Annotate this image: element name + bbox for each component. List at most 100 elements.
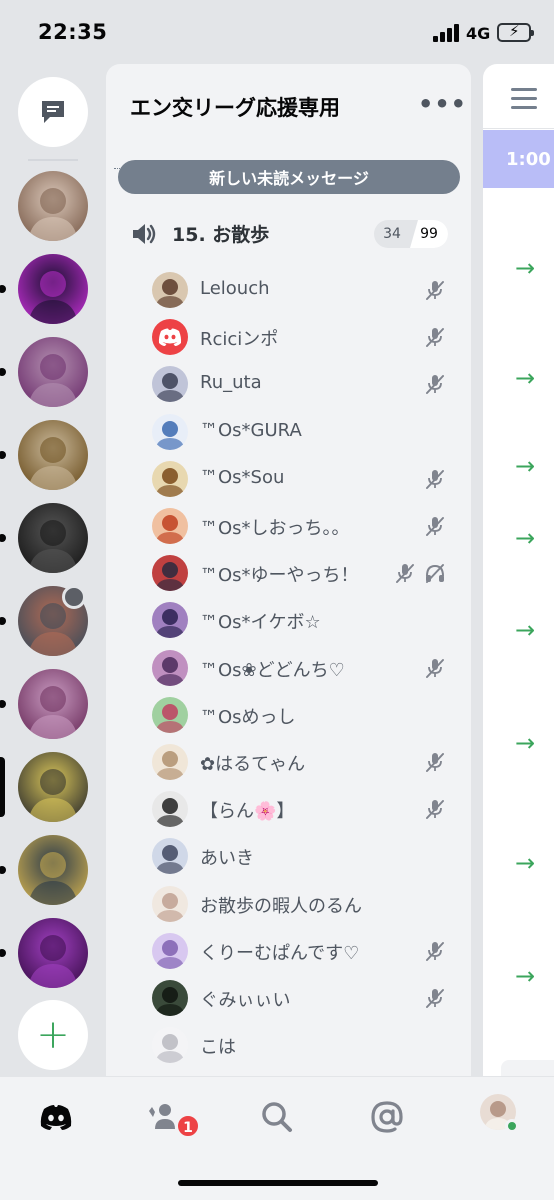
online-status-indicator bbox=[505, 1119, 519, 1133]
channel-panel: エン交リーグ応援専用 ••• 新しい未読メッセージ 15. お散歩 34 99 … bbox=[106, 64, 471, 1076]
voice-user-row[interactable]: ™Os❀どどんち♡ bbox=[106, 645, 471, 689]
avatar bbox=[152, 508, 188, 544]
join-arrow-icon: → bbox=[515, 524, 536, 552]
voice-channel[interactable]: 15. お散歩 34 99 bbox=[106, 214, 471, 254]
server-icon-1[interactable] bbox=[18, 171, 88, 241]
event-time-banner[interactable]: 1:00 P bbox=[483, 130, 554, 188]
muted-microphone-icon bbox=[424, 373, 446, 395]
voice-user-name: 【らん🌸】 bbox=[200, 801, 295, 822]
current-user-count: 34 bbox=[383, 226, 401, 242]
voice-user-row[interactable]: ぐみぃぃい bbox=[106, 975, 471, 1019]
avatar bbox=[152, 1027, 188, 1063]
avatar bbox=[152, 319, 188, 355]
join-arrow-icon: → bbox=[515, 254, 536, 282]
voice-user-name: Rciciンポ bbox=[200, 329, 279, 350]
voice-user-row[interactable]: こは bbox=[106, 1022, 471, 1066]
join-arrow-icon: → bbox=[515, 729, 536, 757]
voice-user-name: くりーむぱんです♡ bbox=[200, 943, 360, 964]
tab-mentions[interactable] bbox=[367, 1097, 407, 1137]
voice-user-name: ™Os*しおっち。。 bbox=[200, 518, 350, 539]
guild-more-button[interactable]: ••• bbox=[418, 90, 467, 118]
voice-user-count: 34 99 bbox=[374, 220, 448, 248]
avatar bbox=[152, 933, 188, 969]
voice-user-row[interactable]: ™Os*しおっち。。 bbox=[106, 503, 471, 547]
battery-charging-icon: ⚡ bbox=[497, 22, 534, 42]
voice-user-row[interactable]: Rciciンポ bbox=[106, 314, 471, 358]
server-icon-8[interactable] bbox=[18, 752, 88, 822]
unread-indicator bbox=[0, 949, 6, 957]
add-server-button[interactable]: + bbox=[18, 1000, 88, 1070]
server-icon-2[interactable] bbox=[18, 254, 88, 324]
voice-user-row[interactable]: ™Os*ゆーやっち！ bbox=[106, 550, 471, 594]
guild-name[interactable]: エン交リーグ応援専用 bbox=[130, 92, 340, 122]
user-limit: 99 bbox=[410, 220, 448, 248]
chat-panel-peek[interactable]: 1:00 P → → → → → → → → bbox=[483, 64, 554, 1076]
rail-divider bbox=[28, 159, 78, 161]
voice-user-name: ™Os*Sou bbox=[200, 467, 285, 488]
server-icon-5[interactable] bbox=[18, 503, 88, 573]
voice-user-name: Lelouch bbox=[200, 278, 270, 299]
voice-user-name: ぐみぃぃい bbox=[200, 990, 291, 1011]
direct-messages-button[interactable] bbox=[18, 77, 88, 147]
clock: 22:35 bbox=[38, 20, 108, 44]
muted-microphone-icon bbox=[424, 326, 446, 348]
voice-user-name: あいき bbox=[200, 848, 254, 869]
voice-user-row[interactable]: 【らん🌸】 bbox=[106, 786, 471, 830]
network-type: 4G bbox=[466, 24, 491, 43]
message-input-peek[interactable] bbox=[501, 1060, 554, 1076]
muted-microphone-icon bbox=[424, 798, 446, 820]
voice-user-row[interactable]: ™Os*Sou bbox=[106, 456, 471, 500]
muted-microphone-icon bbox=[424, 940, 446, 962]
avatar bbox=[152, 980, 188, 1016]
selected-server-indicator bbox=[0, 757, 5, 817]
tab-home[interactable] bbox=[36, 1097, 76, 1137]
avatar bbox=[152, 272, 188, 308]
unread-indicator bbox=[0, 368, 6, 376]
join-arrow-icon: → bbox=[515, 962, 536, 990]
voice-user-row[interactable]: ✿はるてゃん bbox=[106, 739, 471, 783]
voice-user-name: ™Os*ゆーやっち！ bbox=[200, 565, 359, 586]
join-arrow-icon: → bbox=[515, 452, 536, 480]
server-icon-3[interactable] bbox=[18, 337, 88, 407]
voice-user-row[interactable]: ™Os*GURA bbox=[106, 409, 471, 453]
event-calendar-icon bbox=[62, 585, 86, 609]
muted-microphone-icon bbox=[394, 562, 416, 584]
unread-indicator bbox=[0, 866, 6, 874]
muted-microphone-icon bbox=[424, 657, 446, 679]
server-icon-7[interactable] bbox=[18, 669, 88, 739]
server-rail: + bbox=[0, 64, 106, 1076]
voice-user-row[interactable]: お散歩の暇人のるん bbox=[106, 881, 471, 925]
join-arrow-icon: → bbox=[515, 364, 536, 392]
avatar bbox=[152, 744, 188, 780]
voice-user-row[interactable]: ™Osめっし bbox=[106, 692, 471, 736]
header-divider bbox=[483, 128, 554, 129]
avatar bbox=[152, 650, 188, 686]
voice-user-name: ™Os*GURA bbox=[200, 420, 302, 441]
voice-user-name: ™Os❀どどんち♡ bbox=[200, 660, 345, 681]
voice-user-row[interactable]: Lelouch bbox=[106, 267, 471, 311]
avatar bbox=[152, 697, 188, 733]
server-icon-10[interactable] bbox=[18, 918, 88, 988]
avatar bbox=[152, 602, 188, 638]
voice-user-row[interactable]: あいき bbox=[106, 833, 471, 877]
join-arrow-icon: → bbox=[515, 849, 536, 877]
voice-user-row[interactable]: Ru_uta bbox=[106, 361, 471, 405]
muted-microphone-icon bbox=[424, 751, 446, 773]
avatar bbox=[152, 791, 188, 827]
new-unread-messages-button[interactable]: 新しい未読メッセージ bbox=[118, 160, 460, 194]
tab-search[interactable] bbox=[257, 1097, 297, 1137]
voice-user-row[interactable]: ™Os*イケボ☆ bbox=[106, 597, 471, 641]
home-indicator bbox=[178, 1180, 378, 1186]
at-sign-icon bbox=[371, 1101, 403, 1133]
server-icon-9[interactable] bbox=[18, 835, 88, 905]
voice-user-row[interactable]: くりーむぱんです♡ bbox=[106, 928, 471, 972]
avatar bbox=[152, 555, 188, 591]
search-icon bbox=[262, 1102, 292, 1132]
chat-bubble-icon bbox=[42, 101, 64, 123]
muted-microphone-icon bbox=[424, 515, 446, 537]
hamburger-menu-icon[interactable] bbox=[511, 88, 537, 115]
avatar bbox=[152, 461, 188, 497]
avatar bbox=[152, 886, 188, 922]
server-icon-4[interactable] bbox=[18, 420, 88, 490]
voice-user-name: こは bbox=[200, 1037, 236, 1058]
